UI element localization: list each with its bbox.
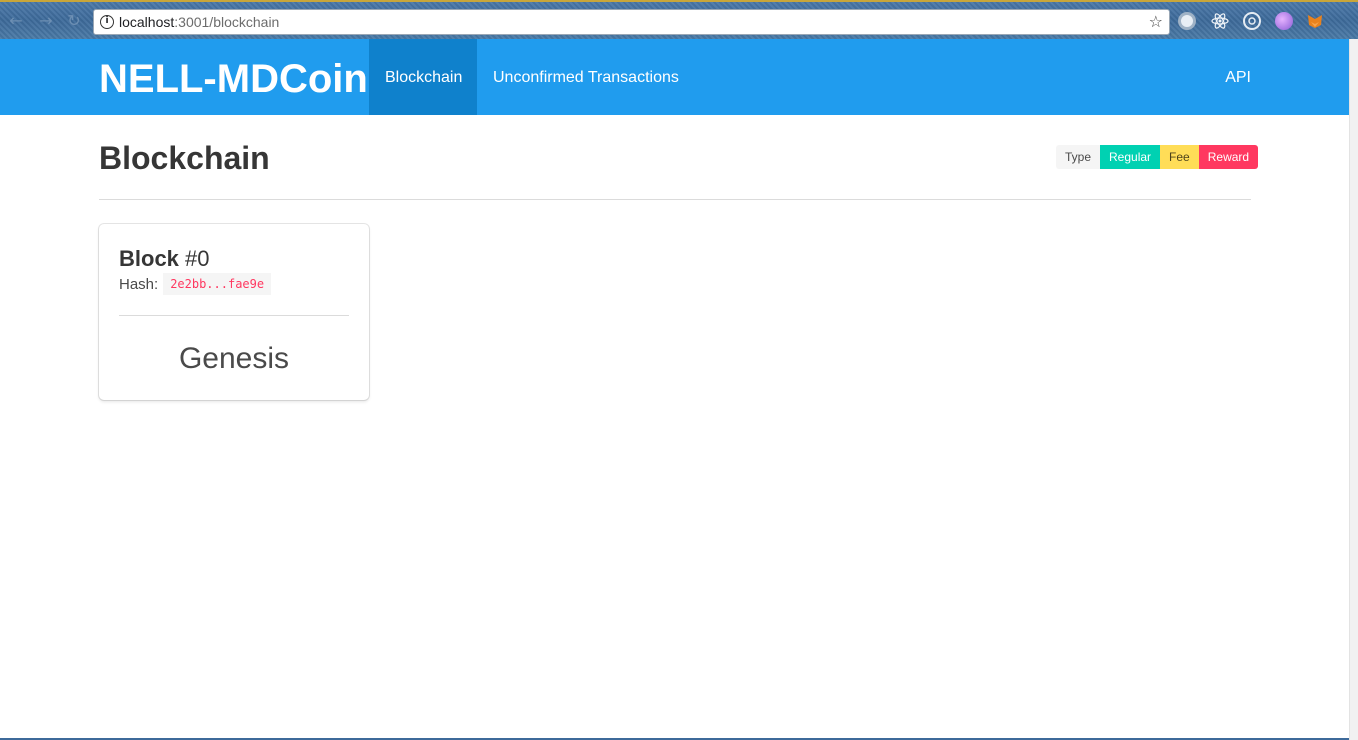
extension-4-icon[interactable] <box>1275 12 1293 30</box>
nav-item-unconfirmed-transactions[interactable]: Unconfirmed Transactions <box>477 39 695 115</box>
react-devtools-icon[interactable] <box>1211 12 1229 30</box>
main-navbar: NELL-MDCoin Blockchain Unconfirmed Trans… <box>0 39 1349 115</box>
url-path: :3001/blockchain <box>174 14 280 30</box>
legend-type-tag: Type <box>1056 145 1101 169</box>
page-scrollbar[interactable] <box>1349 39 1358 740</box>
block-card[interactable]: Block #0 Hash: 2e2bb...fae9e Genesis <box>99 224 369 400</box>
block-index: #0 <box>185 246 210 271</box>
transaction-type-legend: Type Regular Fee Reward <box>1056 145 1259 169</box>
legend-reward-tag: Reward <box>1198 145 1259 169</box>
address-bar[interactable]: i localhost:3001/blockchain ☆ <box>93 9 1170 35</box>
legend-regular-tag: Regular <box>1100 145 1161 169</box>
metamask-icon[interactable] <box>1306 12 1324 30</box>
bookmark-star-icon[interactable]: ☆ <box>1149 10 1163 34</box>
block-title: Block #0 <box>119 246 210 272</box>
block-label: Block <box>119 246 179 271</box>
info-icon[interactable]: i <box>100 15 114 29</box>
nav-item-blockchain[interactable]: Blockchain <box>369 39 477 115</box>
browser-toolbar: ← → ↻ i localhost:3001/blockchain ☆ <box>0 0 1358 39</box>
page-title: Blockchain <box>99 140 270 176</box>
nav-item-api[interactable]: API <box>1225 39 1251 115</box>
reload-icon[interactable]: ↻ <box>64 11 84 31</box>
card-divider <box>119 315 349 316</box>
legend-fee-tag: Fee <box>1160 145 1199 169</box>
back-icon[interactable]: ← <box>6 11 26 31</box>
forward-icon[interactable]: → <box>36 11 56 31</box>
block-content: Genesis <box>178 342 290 375</box>
url-host: localhost <box>119 14 175 30</box>
extension-1-icon[interactable] <box>1178 12 1196 30</box>
hash-label: Hash: <box>119 275 159 293</box>
block-hash-row: Hash: 2e2bb...fae9e <box>119 273 272 295</box>
block-hash: 2e2bb...fae9e <box>163 273 272 295</box>
brand-logo[interactable]: NELL-MDCoin <box>99 39 368 115</box>
extension-3-icon[interactable] <box>1243 12 1261 30</box>
title-divider <box>99 199 1251 200</box>
